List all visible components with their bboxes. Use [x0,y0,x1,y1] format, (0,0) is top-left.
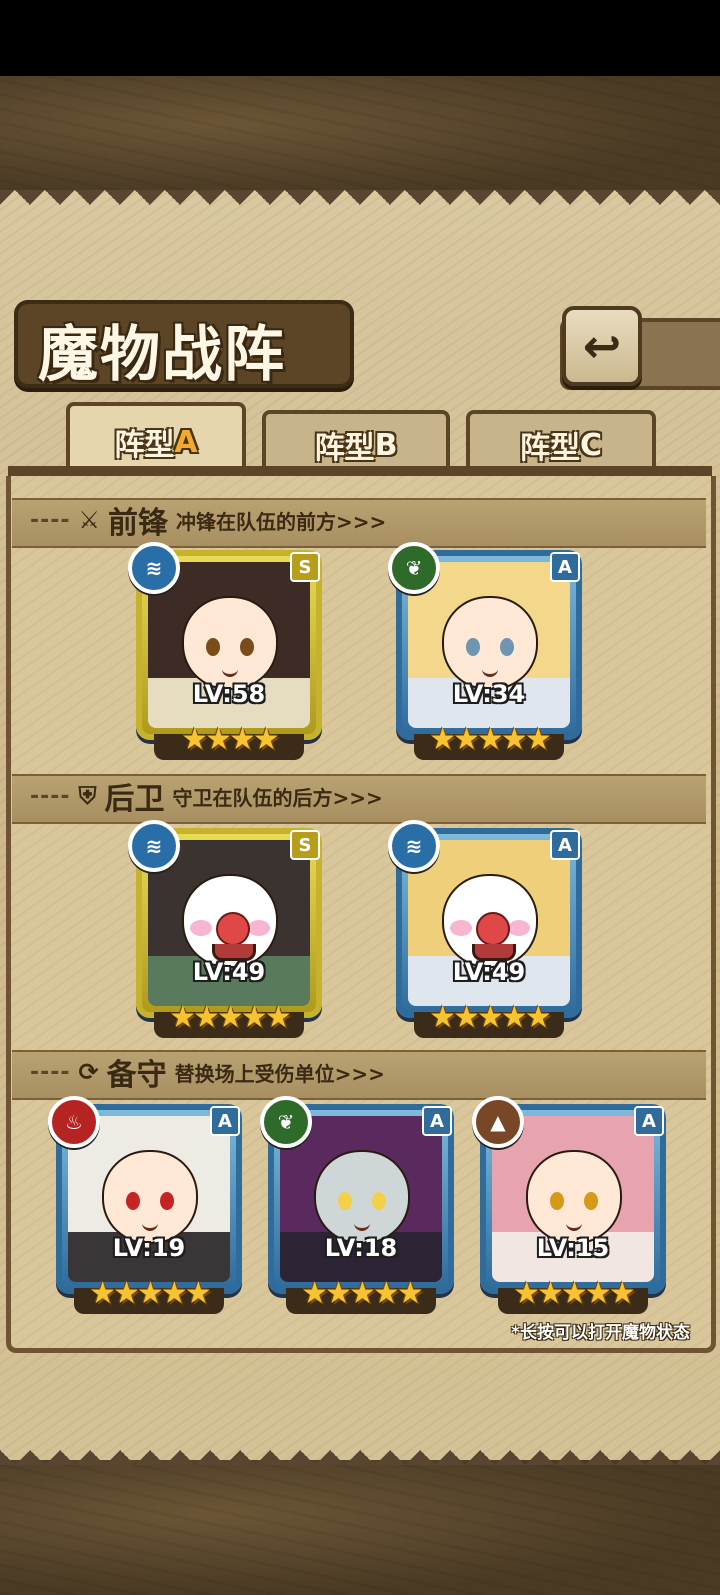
monster-card-reserve-1[interactable]: ♨ A LV:19 ★★★★★ [48,1096,242,1314]
top-wood-banner [0,76,720,196]
level-label: LV:58 [192,680,266,708]
tab-label: 阵型 [114,428,175,463]
section-header-reserve: ---- ⟳ 备守 替换场上受伤单位>>> [30,1052,385,1093]
rank-badge: A [210,1106,240,1136]
level-label: LV:34 [452,680,526,708]
section-title: 前锋 [108,506,169,541]
level-label: LV:15 [536,1234,610,1262]
leaf-element-icon: ❦ [260,1096,312,1148]
section-description: 守卫在队伍的后方>>> [172,785,383,810]
divider-dash: ---- [30,783,71,809]
star-rating: ★★★★★ [169,1000,291,1035]
section-header-front: ---- ⚔ 前锋 冲锋在队伍的前方>>> [30,500,387,541]
level-label: LV:49 [192,958,266,986]
long-press-hint: *长按可以打开魔物状态 [511,1323,690,1343]
star-rating: ★★★★★ [301,1276,423,1311]
level-label: LV:19 [112,1234,186,1262]
tab-suffix: B [374,427,398,463]
star-rating: ★★★★ [181,722,280,757]
monster-card-rear-2[interactable]: ≋ A LV:49 ★★★★★ [388,820,582,1038]
monster-card-rear-1[interactable]: ≋ S LV:49 ★★★★★ [128,820,322,1038]
section-title: 后卫 [104,782,165,817]
divider-dash: ---- [30,507,71,533]
rank-badge: S [290,830,320,860]
star-rating: ★★★★★ [89,1276,211,1311]
star-rating: ★★★★★ [429,1000,551,1035]
monster-card-front-1[interactable]: ≋ S LV:58 ★★★★ [128,542,322,760]
fire-element-icon: ♨ [48,1096,100,1148]
water-element-icon: ≋ [388,820,440,872]
zigzag-edge-top [0,190,720,220]
section-title: 备守 [106,1058,167,1093]
tab-label: 阵型 [314,431,375,466]
section-description: 替换场上受伤单位>>> [174,1061,385,1086]
level-label: LV:18 [324,1234,398,1262]
rank-badge: S [290,552,320,582]
return-arrow-icon: ↩ [582,319,622,373]
level-label: LV:49 [452,958,526,986]
section-description: 冲锋在队伍的前方>>> [176,509,387,534]
divider-dash: ---- [30,1059,71,1085]
star-rating: ★★★★★ [429,722,551,757]
monster-card-reserve-3[interactable]: ▲ A LV:15 ★★★★★ [472,1096,666,1314]
rank-badge: A [550,830,580,860]
monster-card-reserve-2[interactable]: ❦ A LV:18 ★★★★★ [260,1096,454,1314]
back-button[interactable]: ↩ [562,306,642,386]
water-element-icon: ≋ [128,542,180,594]
swap-icon: ⟳ [78,1058,99,1086]
tab-label: 阵型 [519,431,580,466]
water-element-icon: ≋ [128,820,180,872]
rank-badge: A [550,552,580,582]
page-title: 魔物战阵 [38,320,286,390]
monster-card-front-2[interactable]: ❦ A LV:34 ★★★★★ [388,542,582,760]
bottom-wood-banner [0,1460,720,1595]
earth-element-icon: ▲ [472,1096,524,1148]
sword-icon: ⚔ [78,506,101,534]
section-header-rear: ---- ⛨ 后卫 守卫在队伍的后方>>> [30,776,383,817]
star-rating: ★★★★★ [513,1276,635,1311]
tab-suffix: C [579,427,603,463]
tab-suffix: A [174,424,198,460]
zigzag-edge-bottom [0,1435,720,1465]
rank-badge: A [422,1106,452,1136]
leaf-element-icon: ❦ [388,542,440,594]
rank-badge: A [634,1106,664,1136]
shield-icon: ⛨ [78,782,97,810]
